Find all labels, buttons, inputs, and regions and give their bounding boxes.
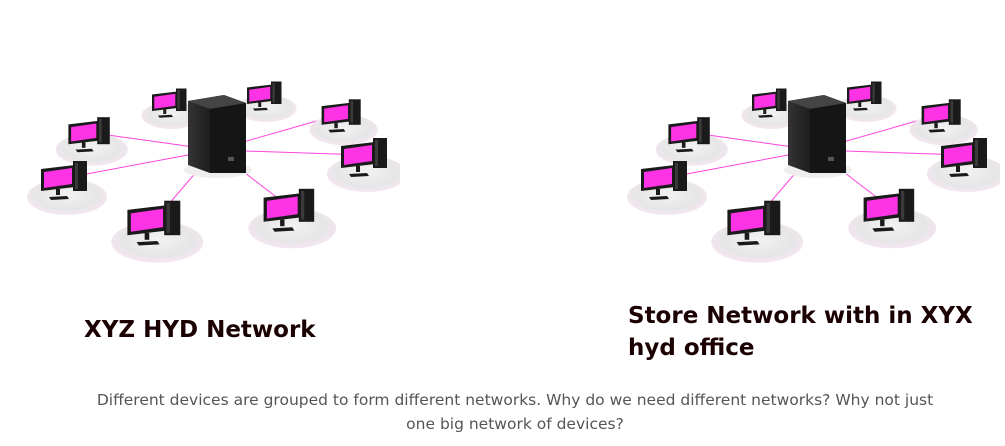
- desktop-computer-icon: [711, 200, 804, 263]
- network-title-store: Store Network with in XYX hyd office: [628, 303, 973, 361]
- desktop-computer-icon: [327, 138, 400, 192]
- star-topology-svg: [627, 81, 1000, 263]
- caption-text: Different devices are grouped to form di…: [96, 391, 934, 433]
- desktop-computer-icon: [111, 200, 204, 263]
- network-diagram-xyz-hyd: [20, 0, 400, 280]
- network-diagram-store: [620, 0, 1000, 280]
- star-topology-svg: [27, 81, 400, 263]
- desktop-computer-icon: [927, 138, 1000, 192]
- desktop-computer-icon: [55, 117, 128, 166]
- desktop-computer-icon: [655, 117, 728, 166]
- server-tower-icon: [184, 95, 252, 178]
- desktop-computer-icon: [909, 99, 978, 146]
- desktop-computer-icon: [27, 161, 107, 215]
- server-tower-icon: [784, 95, 852, 178]
- desktop-computer-icon: [309, 99, 378, 146]
- desktop-computer-icon: [848, 188, 937, 249]
- desktop-computer-icon: [248, 188, 337, 249]
- desktop-computer-icon: [627, 161, 707, 215]
- network-title-xyz-hyd: XYZ HYD Network: [84, 317, 316, 343]
- network-slide: XYZ HYD Network Store Network with in XY…: [0, 0, 1005, 446]
